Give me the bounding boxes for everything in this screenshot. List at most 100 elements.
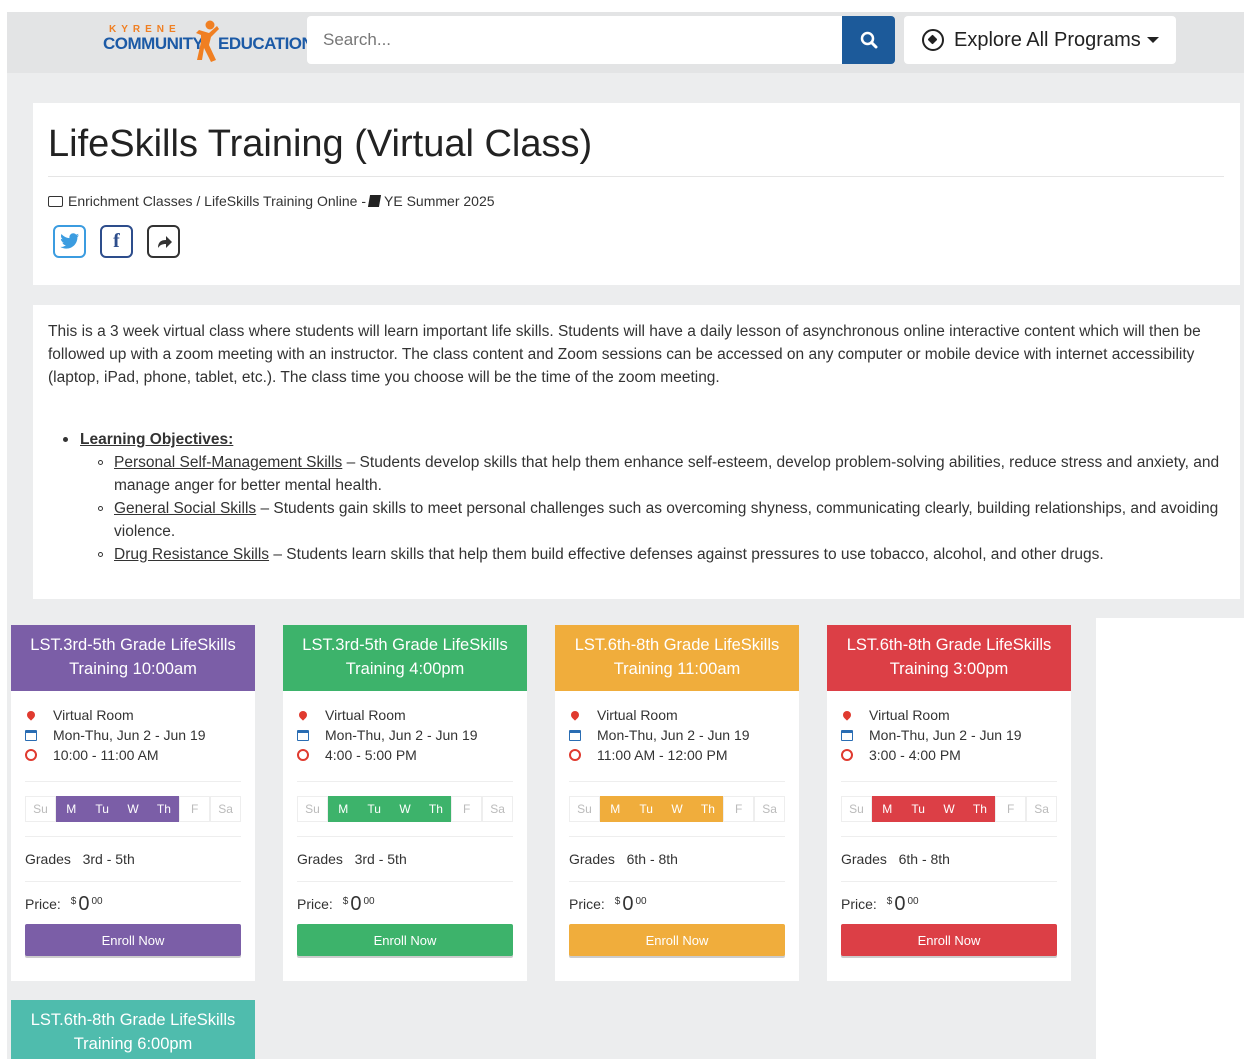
share-arrow-icon: [157, 235, 172, 248]
social-share-buttons: f: [53, 225, 180, 258]
objective-item: Personal Self-Management Skills – Studen…: [98, 451, 1223, 497]
day-su: Su: [297, 796, 328, 822]
calendar-icon: [25, 729, 37, 741]
price-row: Price: $0 00: [841, 882, 1057, 915]
time-text: 10:00 - 11:00 AM: [53, 747, 159, 763]
section-card[interactable]: LST.6th-8th Grade LifeSkills Training 6:…: [11, 1000, 255, 1059]
day-f: F: [723, 796, 755, 822]
enroll-now-button[interactable]: Enroll Now: [297, 924, 513, 956]
weekday-indicator: Su M Tu W Th F Sa: [569, 781, 786, 837]
location-pin-icon: [297, 709, 309, 721]
day-th: Th: [420, 796, 452, 822]
search-input[interactable]: [307, 16, 842, 64]
caret-down-icon: [1146, 37, 1159, 43]
dates-text: Mon-Thu, Jun 2 - Jun 19: [53, 727, 206, 743]
day-su: Su: [569, 796, 600, 822]
section-card-title[interactable]: LST.6th-8th Grade LifeSkills Training 11…: [555, 625, 799, 691]
enroll-now-button[interactable]: Enroll Now: [569, 924, 785, 956]
price-row: Price: $0 00: [297, 882, 513, 915]
breadcrumb-session[interactable]: YE Summer 2025: [384, 193, 495, 209]
objective-name: Drug Resistance Skills: [114, 546, 270, 563]
circle-bullet-icon: [98, 552, 103, 557]
price-currency: $: [342, 896, 349, 907]
objective-item: Drug Resistance Skills – Students learn …: [98, 543, 1223, 566]
day-tu: Tu: [902, 796, 934, 822]
explore-programs-dropdown[interactable]: Explore All Programs: [904, 16, 1176, 64]
grades-value: 6th - 8th: [626, 851, 678, 867]
day-sa: Sa: [1026, 796, 1058, 822]
section-details: Virtual Room Mon-Thu, Jun 2 - Jun 19 4:0…: [283, 691, 527, 765]
calendar-icon: [297, 729, 309, 741]
grades-row: Grades 3rd - 5th: [25, 837, 241, 882]
section-card-title[interactable]: LST.3rd-5th Grade LifeSkills Training 10…: [11, 625, 255, 691]
day-f: F: [451, 796, 483, 822]
enroll-now-button[interactable]: Enroll Now: [25, 924, 241, 956]
grades-value: 6th - 8th: [898, 851, 950, 867]
objective-text: – Students gain skills to meet personal …: [114, 500, 1219, 540]
day-m: M: [871, 796, 903, 822]
calendar-icon: [569, 729, 581, 741]
time-text: 3:00 - 4:00 PM: [869, 747, 961, 763]
day-f: F: [179, 796, 211, 822]
location-text: Virtual Room: [325, 707, 406, 723]
price-cents: 00: [363, 896, 375, 907]
weekday-indicator: Su M Tu W Th F Sa: [297, 781, 514, 837]
location-text: Virtual Room: [597, 707, 678, 723]
kyrene-logo[interactable]: KYRENE COMMUNITY EDUCATION: [103, 20, 314, 64]
grades-label: Grades: [841, 851, 887, 867]
section-card[interactable]: LST.6th-8th Grade LifeSkills Training 3:…: [827, 625, 1071, 981]
objective-name: Personal Self-Management Skills: [114, 454, 343, 471]
price-currency: $: [886, 896, 893, 907]
program-description: This is a 3 week virtual class where stu…: [48, 323, 1201, 386]
breadcrumb: Enrichment Classes / LifeSkills Training…: [48, 193, 495, 209]
day-sa: Sa: [482, 796, 514, 822]
section-card-title[interactable]: LST.6th-8th Grade LifeSkills Training 3:…: [827, 625, 1071, 691]
grades-value: 3rd - 5th: [354, 851, 407, 867]
section-card-title[interactable]: LST.6th-8th Grade LifeSkills Training 6:…: [11, 1000, 255, 1059]
price-row: Price: $0 00: [25, 882, 241, 914]
day-th: Th: [148, 796, 180, 822]
clock-icon: [297, 749, 309, 761]
clock-icon: [25, 749, 37, 761]
objectives-heading: Learning Objectives:: [63, 428, 1223, 451]
price-amount: 0: [894, 893, 906, 915]
objectives-heading-text: Learning Objectives:: [80, 431, 234, 448]
section-card-title[interactable]: LST.3rd-5th Grade LifeSkills Training 4:…: [283, 625, 527, 691]
day-w: W: [661, 796, 693, 822]
grades-label: Grades: [25, 851, 71, 867]
price-cents: 00: [907, 896, 919, 907]
day-m: M: [55, 796, 87, 822]
bullet-icon: [63, 437, 68, 442]
facebook-share-button[interactable]: f: [100, 225, 133, 258]
twitter-share-button[interactable]: [53, 225, 86, 258]
section-card[interactable]: LST.3rd-5th Grade LifeSkills Training 4:…: [283, 625, 527, 981]
price-amount: 0: [350, 893, 362, 915]
search-button[interactable]: [842, 16, 895, 64]
program-header-panel: LifeSkills Training (Virtual Class) Enri…: [33, 103, 1240, 285]
grades-value: 3rd - 5th: [82, 851, 135, 867]
facebook-icon: f: [113, 230, 120, 252]
folder-icon: [48, 195, 63, 207]
section-details: Virtual Room Mon-Thu, Jun 2 - Jun 19 3:0…: [827, 691, 1071, 765]
price-cents: 00: [91, 896, 103, 907]
day-su: Su: [25, 796, 56, 822]
section-card[interactable]: LST.3rd-5th Grade LifeSkills Training 10…: [11, 625, 255, 981]
logo-community-text: COMMUNITY: [103, 34, 204, 53]
section-details: Virtual Room Mon-Thu, Jun 2 - Jun 19 11:…: [555, 691, 799, 765]
day-w: W: [933, 796, 965, 822]
day-th: Th: [964, 796, 996, 822]
enroll-now-button[interactable]: Enroll Now: [841, 924, 1057, 956]
grades-label: Grades: [569, 851, 615, 867]
day-w: W: [389, 796, 421, 822]
price-label: Price:: [297, 896, 333, 912]
page-title: LifeSkills Training (Virtual Class): [48, 123, 593, 165]
day-sa: Sa: [210, 796, 242, 822]
section-card[interactable]: LST.6th-8th Grade LifeSkills Training 11…: [555, 625, 799, 981]
day-w: W: [117, 796, 149, 822]
grades-label: Grades: [297, 851, 343, 867]
grades-row: Grades 6th - 8th: [569, 837, 785, 882]
logo-education-text: EDUCATION: [218, 34, 314, 53]
share-button[interactable]: [147, 225, 180, 258]
weekday-indicator: Su M Tu W Th F Sa: [25, 781, 242, 837]
breadcrumb-category[interactable]: Enrichment Classes / LifeSkills Training…: [68, 193, 366, 209]
